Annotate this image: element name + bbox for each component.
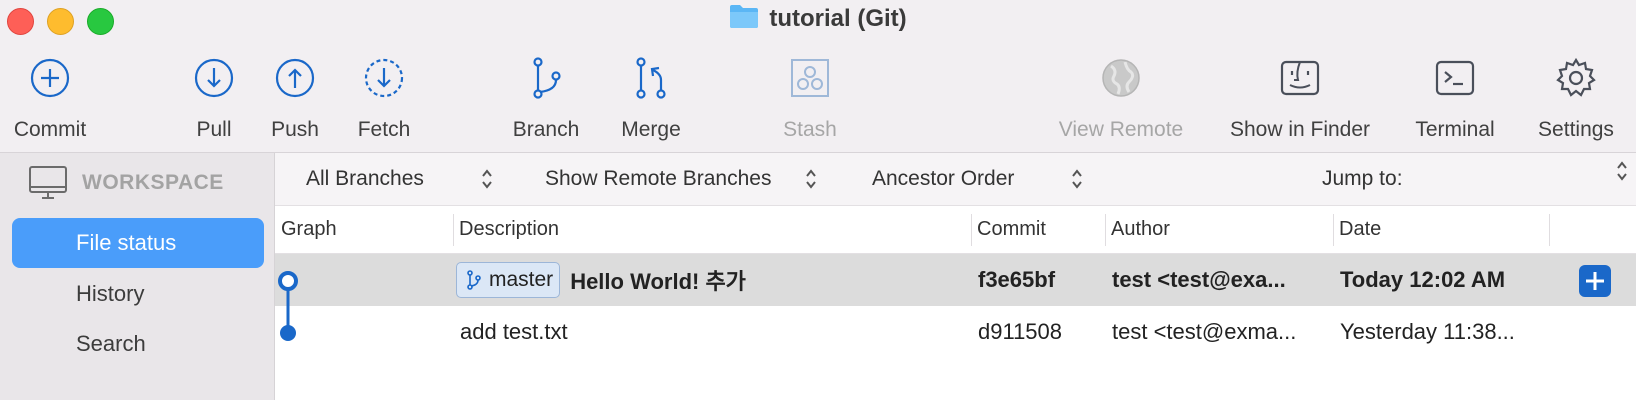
description-cell: master Hello World! 추가 [456,254,746,306]
select-updown-icon [806,169,816,189]
branch-badge-label: master [489,268,554,291]
gear-icon [1556,57,1596,97]
monitor-icon [29,166,67,199]
merge-label: Merge [621,118,681,141]
table-row[interactable]: master Hello World! 추가 f3e65bf test <tes… [275,254,1636,306]
column-header-author[interactable]: Author [1105,206,1333,253]
fetch-button[interactable]: Fetch [352,54,416,146]
sidebar-item-search[interactable]: Search [12,319,264,369]
stash-box-icon [791,59,829,97]
view-remote-label: View Remote [1058,118,1184,141]
column-header-commit[interactable]: Commit [971,206,1105,253]
view-remote-button[interactable]: View Remote [1053,54,1189,146]
commit-hash: f3e65bf [978,267,1056,292]
plus-icon [1586,272,1604,290]
sidebar-item-label: History [76,281,145,306]
workspace-label: WORKSPACE [82,171,224,194]
terminal-icon [1435,60,1475,96]
sidebar-item-label: Search [76,331,146,356]
pull-button[interactable]: Pull [184,54,244,146]
branch-badge[interactable]: master [456,262,561,298]
show-in-finder-button[interactable]: Show in Finder [1222,54,1378,146]
remote-branches-value: Show Remote Branches [545,167,772,190]
select-updown-icon [482,169,492,189]
commit-hash: d911508 [978,319,1063,344]
stash-label: Stash [783,118,837,141]
branches-filter-value: All Branches [306,167,424,190]
sidebar: WORKSPACE File status History Search [0,153,275,400]
folder-icon [729,3,759,36]
commit-plus-icon [30,58,70,98]
order-value: Ancestor Order [872,167,1015,190]
add-button[interactable] [1579,265,1611,297]
commit-date: Today 12:02 AM [1340,267,1506,292]
pull-arrow-down-icon [194,58,234,98]
jump-to-select[interactable]: Jump to: [1322,153,1622,205]
graph-node [280,325,296,341]
column-header-label: Commit [977,218,1046,240]
toolbar: tutorial (Git) Commit Pull Push Fetch Br… [0,0,1636,153]
remote-branches-select[interactable]: Show Remote Branches [545,153,845,205]
branch-icon [533,57,561,99]
pull-label: Pull [196,118,232,141]
column-header-description[interactable]: Description [453,206,965,253]
terminal-button[interactable]: Terminal [1409,54,1501,146]
stash-button[interactable]: Stash [780,54,840,146]
branch-button[interactable]: Branch [508,54,584,146]
show-in-finder-label: Show in Finder [1229,118,1371,141]
commit-graph [278,271,298,341]
settings-button[interactable]: Settings [1530,54,1622,146]
commit-message: add test.txt [460,319,568,344]
commit-table-header: Graph Description Commit Author Date [275,206,1636,254]
sidebar-item-label: File status [76,230,177,255]
settings-label: Settings [1538,118,1614,141]
push-button[interactable]: Push [262,54,328,146]
select-updown-icon [1072,169,1082,189]
column-header-label: Date [1339,218,1382,240]
merge-icon [636,57,666,99]
workspace-header: WORKSPACE [28,165,224,201]
window-title-bar: tutorial (Git) [0,0,1636,38]
fetch-dashed-arrow-icon [364,58,404,98]
column-header-label: Author [1111,218,1170,240]
column-header-date[interactable]: Date [1333,206,1549,253]
finder-icon [1280,60,1320,96]
commit-date: Yesterday 11:38... [1340,319,1515,344]
column-header-label: Description [459,218,560,240]
fetch-label: Fetch [357,118,411,141]
merge-button[interactable]: Merge [616,54,686,146]
push-label: Push [271,118,319,141]
window-title: tutorial (Git) [769,5,907,32]
commit-message: Hello World! 추가 [570,269,746,294]
jump-to-label: Jump to: [1322,167,1403,190]
column-header-label: Graph [281,218,337,240]
table-row[interactable]: add test.txt d911508 test <test@exma... … [275,306,1636,358]
commit-button[interactable]: Commit [12,54,88,146]
commit-author: test <test@exa... [1112,267,1286,292]
column-divider[interactable] [1549,214,1550,246]
sidebar-item-file-status[interactable]: File status [12,218,264,268]
commit-label: Commit [13,118,87,141]
select-updown-icon [1617,161,1627,181]
commit-author: test <test@exma... [1112,319,1297,344]
filter-bar: All Branches Show Remote Branches Ancest… [275,153,1636,206]
column-header-graph[interactable]: Graph [275,206,453,253]
branch-label: Branch [512,118,580,141]
push-arrow-up-icon [275,58,315,98]
graph-node-head [278,271,298,291]
globe-icon [1102,59,1140,97]
branch-icon [467,270,481,290]
order-select[interactable]: Ancestor Order [872,153,1092,205]
terminal-label: Terminal [1415,118,1495,141]
sidebar-item-history[interactable]: History [12,269,264,319]
